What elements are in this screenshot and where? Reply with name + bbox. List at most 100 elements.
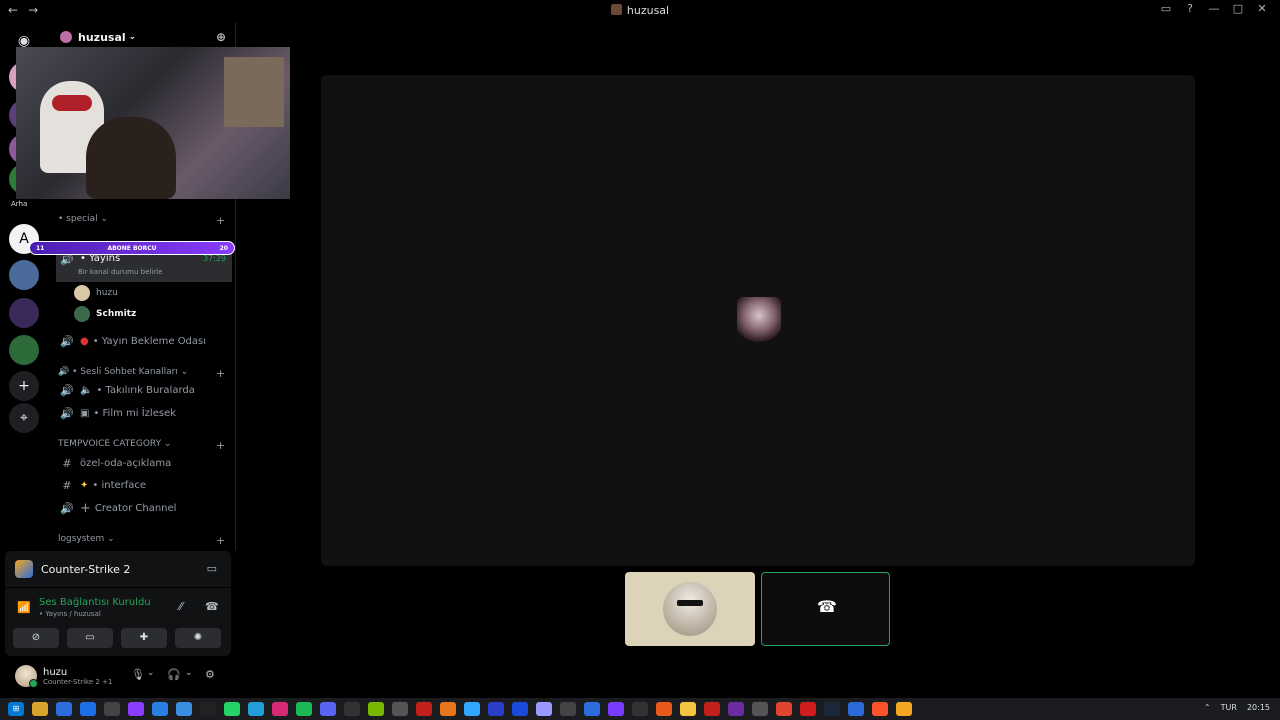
channel-creator[interactable]: 🔊 + Creator Channel: [56, 498, 232, 518]
app-icon[interactable]: [680, 702, 696, 716]
voice-status[interactable]: Ses Bağlantısı Kuruldu: [39, 597, 151, 608]
folder-icon[interactable]: [32, 702, 48, 716]
steam-icon[interactable]: [824, 702, 840, 716]
tray-chevron-icon[interactable]: ⌃: [1204, 703, 1211, 712]
voice-channel-sub[interactable]: • Yayıns / huzusal: [39, 610, 101, 618]
soundboard-button[interactable]: ✺: [175, 628, 221, 648]
game-icon: [15, 560, 33, 578]
photoshop-icon[interactable]: [464, 702, 480, 716]
voice-user-schmitz[interactable]: Schmitz: [74, 304, 136, 324]
headphones-icon[interactable]: 🎧: [167, 668, 181, 681]
cs2-icon[interactable]: [896, 702, 912, 716]
category-tempvoice[interactable]: TEMPVOICE CATEGORY ⌄ +: [58, 439, 225, 452]
user-info[interactable]: huzu Counter-Strike 2 +1: [43, 667, 112, 686]
add-channel-icon[interactable]: +: [216, 214, 225, 227]
app-icon[interactable]: [440, 702, 456, 716]
screen-share-button[interactable]: ▭: [67, 628, 113, 648]
server-label: Arha: [11, 200, 28, 208]
app-icon[interactable]: [776, 702, 792, 716]
app-icon[interactable]: [704, 702, 720, 716]
premiere-icon[interactable]: [536, 702, 552, 716]
add-channel-icon[interactable]: +: [216, 534, 225, 547]
app-icon[interactable]: [56, 702, 72, 716]
activities-button[interactable]: ✚: [121, 628, 167, 648]
channel-ozel-oda[interactable]: # özel-oda-açıklama: [56, 453, 232, 473]
channel-label: • interface: [92, 479, 147, 491]
tv-icon: ▣: [80, 407, 90, 419]
help-icon[interactable]: ?: [1178, 2, 1202, 15]
nvidia-icon[interactable]: [368, 702, 384, 716]
app-icon[interactable]: [560, 702, 576, 716]
microphone-icon[interactable]: 🎙: [131, 668, 145, 681]
language-indicator[interactable]: TUR: [1221, 703, 1237, 712]
instagram-icon[interactable]: [272, 702, 288, 716]
noise-suppression-icon[interactable]: ⁄⁄: [179, 600, 183, 613]
user-status: Counter-Strike 2 +1: [43, 677, 113, 686]
goal-right: 20: [219, 244, 228, 252]
streamer: [86, 117, 176, 199]
add-channel-icon[interactable]: +: [216, 367, 225, 380]
app-icon[interactable]: [728, 702, 744, 716]
app-icon[interactable]: [104, 702, 120, 716]
chevron-down-icon[interactable]: ⌄: [185, 668, 193, 678]
user-name: huzu: [43, 666, 68, 678]
category-label: logsystem: [58, 534, 105, 544]
app-icon[interactable]: [416, 702, 432, 716]
category-sesli[interactable]: 🔊 • Sesli Sohbet Kanalları ⌄ +: [58, 367, 225, 380]
app-icon[interactable]: [848, 702, 864, 716]
maximize-icon[interactable]: □: [1226, 2, 1250, 15]
spotify-icon[interactable]: [296, 702, 312, 716]
app-icon[interactable]: [344, 702, 360, 716]
chevron-down-icon[interactable]: ⌄: [147, 668, 155, 678]
explore-servers-icon[interactable]: ⌖: [9, 403, 39, 433]
app-icon[interactable]: [200, 702, 216, 716]
app-icon[interactable]: [488, 702, 504, 716]
channel-yayin-bekleme[interactable]: 🔊 ● • Yayın Bekleme Odası: [56, 331, 232, 351]
add-server-icon[interactable]: +: [9, 371, 39, 401]
vscode-icon[interactable]: [80, 702, 96, 716]
close-icon[interactable]: ✕: [1250, 2, 1274, 15]
discord-icon[interactable]: [320, 702, 336, 716]
channel-film[interactable]: 🔊 ▣ • Film mi İzlesek: [56, 403, 232, 423]
user-panel: huzu Counter-Strike 2 +1 🎙 ⌄ 🎧 ⌄ ⚙: [5, 660, 231, 692]
category-logsystem[interactable]: logsystem ⌄ +: [58, 534, 225, 547]
app-icon[interactable]: [392, 702, 408, 716]
brave-icon[interactable]: [872, 702, 888, 716]
app-icon[interactable]: [512, 702, 528, 716]
participant-tile[interactable]: [625, 572, 755, 646]
whatsapp-icon[interactable]: [224, 702, 240, 716]
signal-icon[interactable]: 📶: [17, 601, 31, 614]
app-icon[interactable]: [632, 702, 648, 716]
category-label: • special: [58, 214, 98, 224]
server-icon[interactable]: [9, 335, 39, 365]
app-icon[interactable]: [800, 702, 816, 716]
invite-icon[interactable]: ⊕: [216, 30, 226, 44]
stream-game-icon[interactable]: ▭: [207, 562, 217, 575]
app-icon[interactable]: [656, 702, 672, 716]
voice-user-huzu[interactable]: huzu: [74, 283, 118, 303]
user-name: huzu: [96, 288, 118, 298]
participant-tile-active[interactable]: ☎: [761, 572, 890, 646]
app-icon[interactable]: [176, 702, 192, 716]
app-icon[interactable]: [752, 702, 768, 716]
start-icon[interactable]: ⊞: [8, 702, 24, 716]
clock[interactable]: 20:15: [1247, 703, 1270, 712]
channel-takilirik[interactable]: 🔊 🔈 • Takılırık Buralarda: [56, 380, 232, 400]
disconnect-icon[interactable]: ☎: [205, 600, 219, 613]
telegram-icon[interactable]: [248, 702, 264, 716]
app-icon[interactable]: [584, 702, 600, 716]
avatar[interactable]: [15, 665, 38, 688]
channel-interface[interactable]: # ✦ • interface: [56, 475, 232, 495]
channel-status[interactable]: Bir kanal durumu belirle: [78, 268, 162, 276]
server-icon[interactable]: [9, 260, 39, 290]
inbox-icon[interactable]: ▭: [1154, 2, 1178, 15]
camera-button[interactable]: ⊘: [13, 628, 59, 648]
app-icon[interactable]: [608, 702, 624, 716]
server-icon[interactable]: [9, 298, 39, 328]
minimize-icon[interactable]: —: [1202, 2, 1226, 15]
app-icon[interactable]: [128, 702, 144, 716]
category-special[interactable]: • special ⌄ +: [58, 214, 225, 227]
gear-icon[interactable]: ⚙: [205, 668, 215, 681]
add-channel-icon[interactable]: +: [216, 439, 225, 452]
app-icon[interactable]: [152, 702, 168, 716]
